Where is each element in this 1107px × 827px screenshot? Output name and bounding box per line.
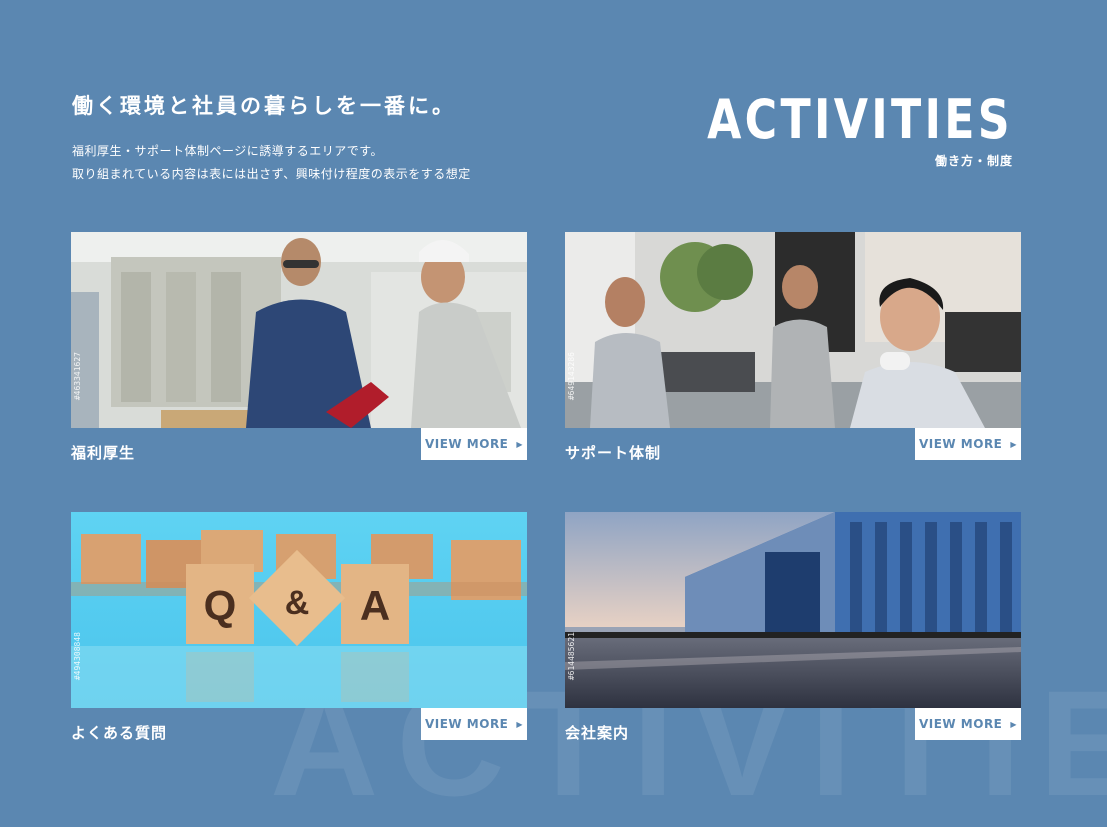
stock-id-text: #614485621 bbox=[567, 631, 576, 680]
factory-workers-photo[interactable]: #463341627 bbox=[71, 232, 527, 428]
svg-text:A: A bbox=[360, 582, 390, 629]
view-more-button[interactable]: VIEW MORE ▶ bbox=[421, 708, 527, 740]
call-center-photo[interactable]: #649143286 bbox=[565, 232, 1021, 428]
stock-id-text: #649143286 bbox=[567, 351, 576, 400]
view-more-button[interactable]: VIEW MORE ▶ bbox=[915, 708, 1021, 740]
intro-line: 福利厚生・サポート体制ページに誘導するエリアです。 bbox=[72, 144, 384, 158]
view-more-button[interactable]: VIEW MORE ▶ bbox=[915, 428, 1021, 460]
triangle-right-icon: ▶ bbox=[516, 439, 524, 449]
section-title: ACTIVITIES 働き方・制度 bbox=[640, 88, 1013, 169]
view-more-label: VIEW MORE bbox=[424, 717, 509, 731]
triangle-right-icon: ▶ bbox=[516, 719, 524, 729]
section-headline: 働く環境と社員の暮らしを一番に。 bbox=[72, 93, 456, 118]
view-more-label: VIEW MORE bbox=[918, 717, 1003, 731]
triangle-right-icon: ▶ bbox=[1010, 439, 1018, 449]
section-title-en: ACTIVITIES bbox=[707, 88, 1013, 151]
svg-text:Q: Q bbox=[204, 582, 237, 629]
warehouse-building-photo[interactable]: #614485621 bbox=[565, 512, 1021, 708]
view-more-button[interactable]: VIEW MORE ▶ bbox=[421, 428, 527, 460]
card-company[interactable]: #614485621 会社案内 VIEW MORE ▶ bbox=[565, 512, 1021, 742]
card-faq[interactable]: Q & A #494308848 よくある質問 VIEW MORE ▶ bbox=[71, 512, 527, 742]
card-label: サポート体制 bbox=[565, 444, 662, 462]
triangle-right-icon: ▶ bbox=[1010, 719, 1018, 729]
view-more-label: VIEW MORE bbox=[424, 437, 509, 451]
card-label: 福利厚生 bbox=[71, 444, 136, 462]
card-welfare[interactable]: #463341627 福利厚生 VIEW MORE ▶ bbox=[71, 232, 527, 462]
intro-line: 取り組まれている内容は表には出さず、興味付け程度の表示をする想定 bbox=[72, 167, 471, 181]
intro-text: 福利厚生・サポート体制ページに誘導するエリアです。 取り組まれている内容は表には… bbox=[72, 140, 471, 186]
stock-id-text: #463341627 bbox=[73, 351, 82, 400]
card-support[interactable]: #649143286 サポート体制 VIEW MORE ▶ bbox=[565, 232, 1021, 462]
qa-wooden-blocks-photo[interactable]: Q & A #494308848 bbox=[71, 512, 527, 708]
card-label: よくある質問 bbox=[71, 724, 168, 742]
section-title-jp: 働き方・制度 bbox=[934, 154, 1013, 168]
view-more-label: VIEW MORE bbox=[918, 437, 1003, 451]
stock-id-text: #494308848 bbox=[73, 631, 82, 680]
card-label: 会社案内 bbox=[565, 724, 630, 742]
svg-text:&: & bbox=[285, 584, 310, 622]
